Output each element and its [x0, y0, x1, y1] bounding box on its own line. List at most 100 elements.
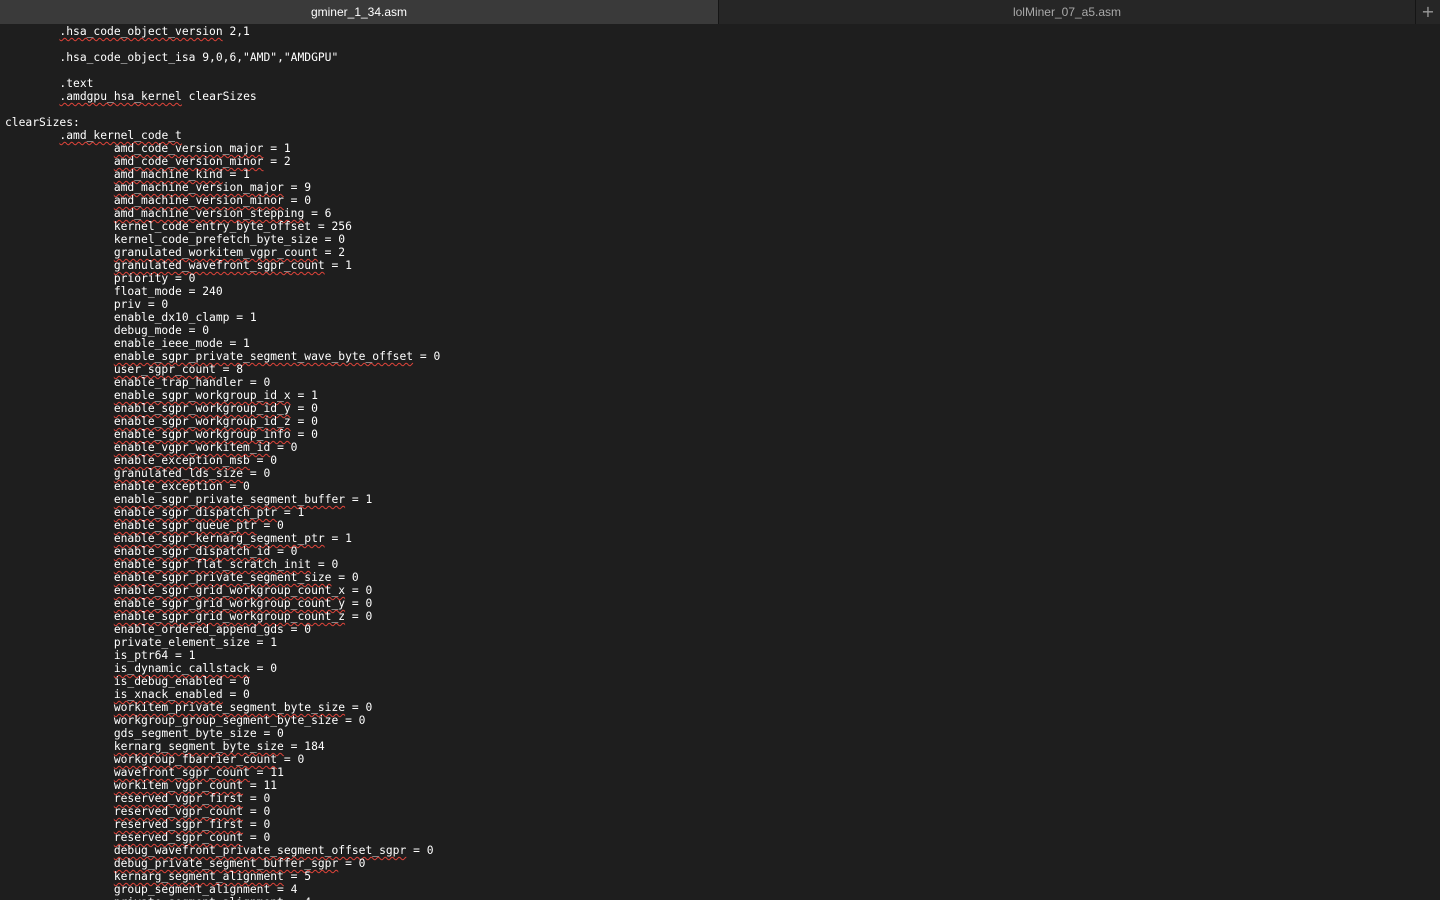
code-line: enable_sgpr_grid_workgroup_count_y = 0 — [5, 597, 440, 610]
code-line: wavefront_sgpr_count = 11 — [5, 766, 440, 779]
code-line: kernarg_segment_alignment = 5 — [5, 870, 440, 883]
code-line: granulated_lds_size = 0 — [5, 467, 440, 480]
line-text: = 0 — [311, 558, 339, 571]
code-line: enable_sgpr_queue_ptr = 0 — [5, 519, 440, 532]
misspelled-token: amd_machine_version_stepping — [113, 207, 305, 220]
line-text: = 0 — [243, 467, 271, 480]
code-line: .hsa_code_object_version 2,1 — [5, 25, 440, 38]
misspelled-token: wavefront_sgpr_count — [113, 766, 250, 779]
line-text: = 0 — [249, 454, 278, 467]
line-text: = 1 — [290, 389, 318, 402]
code-line: .amd_kernel_code_t — [5, 129, 440, 142]
line-text: = 0 — [290, 402, 318, 415]
code-line: enable_ordered_append_gds = 0 — [5, 623, 440, 636]
code-line: enable_sgpr_grid_workgroup_count_z = 0 — [5, 610, 440, 623]
line-text: = 1 — [324, 532, 352, 545]
line-text: = 0 — [270, 545, 298, 558]
misspelled-token: .amd_kernel_code_t — [59, 129, 182, 142]
misspelled-token: enable_sgpr_grid_workgroup_count_z — [113, 610, 346, 623]
tab-gminer-asm[interactable]: gminer_1_34.asm — [0, 0, 719, 24]
code-line: priv = 0 — [5, 298, 440, 311]
line-text: = 0 — [249, 662, 278, 675]
tab-lolminer-asm[interactable]: lolMiner_07_a5.asm — [719, 0, 1416, 24]
line-text: = 184 — [283, 740, 325, 753]
code-line: .hsa_code_object_isa 9,0,6,"AMD","AMDGPU… — [5, 51, 440, 64]
line-text: = 0 — [256, 519, 284, 532]
line-text: enable_exception = 0 — [113, 480, 250, 493]
line-text: float_mode = 240 — [113, 285, 223, 298]
line-text: = 0 — [345, 610, 373, 623]
misspelled-token: .amdgpu_hsa_kernel — [59, 90, 182, 103]
misspelled-token: reserved_vgpr_count — [113, 805, 244, 818]
misspelled-token: reserved_vgpr_first — [113, 792, 244, 805]
line-text: = 1 — [263, 142, 291, 155]
misspelled-token: .hsa_code_object_version — [59, 25, 223, 38]
code-line: enable_sgpr_flat_scratch_init = 0 — [5, 558, 440, 571]
code-line: workitem_vgpr_count = 11 — [5, 779, 440, 792]
line-text: .text — [59, 77, 94, 90]
misspelled-token: enable_sgpr_workgroup_id_y — [113, 402, 291, 415]
code-line: is_debug_enabled = 0 — [5, 675, 440, 688]
line-text: = 1 — [222, 168, 250, 181]
line-text: clearSizes — [181, 90, 257, 103]
misspelled-token: workitem_vgpr_count — [113, 779, 244, 792]
line-text: group_segment_alignment = 4 — [113, 883, 298, 896]
code-line: reserved_vgpr_first = 0 — [5, 792, 440, 805]
code-line: enable_sgpr_workgroup_id_z = 0 — [5, 415, 440, 428]
tab-label: lolMiner_07_a5.asm — [1012, 5, 1122, 19]
code-line: debug_private_segment_buffer_sgpr = 0 — [5, 857, 440, 870]
code-line: private_element_size = 1 — [5, 636, 440, 649]
misspelled-token: amd_code_version_minor — [113, 155, 264, 168]
code-line: float_mode = 240 — [5, 285, 440, 298]
line-text: = 9 — [283, 181, 312, 194]
code-line: workitem_private_segment_byte_size = 0 — [5, 701, 440, 714]
line-text: = 0 — [243, 805, 271, 818]
code-line: enable_sgpr_private_segment_size = 0 — [5, 571, 440, 584]
line-text: = 0 — [331, 571, 359, 584]
code-line: enable_sgpr_dispatch_id = 0 — [5, 545, 440, 558]
line-text: clearSizes: — [5, 116, 80, 129]
code-line: enable_exception_msb = 0 — [5, 454, 440, 467]
tab-bar: gminer_1_34.asm lolMiner_07_a5.asm + — [0, 0, 1440, 24]
line-text: priority = 0 — [113, 272, 196, 285]
misspelled-token: is_xnack_enabled — [113, 688, 223, 701]
misspelled-token: enable_exception_msb — [113, 454, 250, 467]
tab-label: gminer_1_34.asm — [310, 5, 408, 19]
new-tab-button[interactable]: + — [1416, 0, 1440, 24]
line-text: enable_ieee_mode = 1 — [113, 337, 250, 350]
line-text: = 0 — [413, 350, 441, 363]
misspelled-token: amd_machine_version_minor — [113, 194, 284, 207]
line-text: = 0 — [345, 701, 373, 714]
code-line: enable_sgpr_workgroup_id_x = 1 — [5, 389, 440, 402]
text-editor[interactable]: .hsa_code_object_version 2,1 .hsa_code_o… — [0, 25, 1440, 900]
line-text: = 0 — [290, 415, 318, 428]
code-line: enable_sgpr_private_segment_wave_byte_of… — [5, 350, 440, 363]
line-text: private_element_size = 1 — [113, 636, 278, 649]
